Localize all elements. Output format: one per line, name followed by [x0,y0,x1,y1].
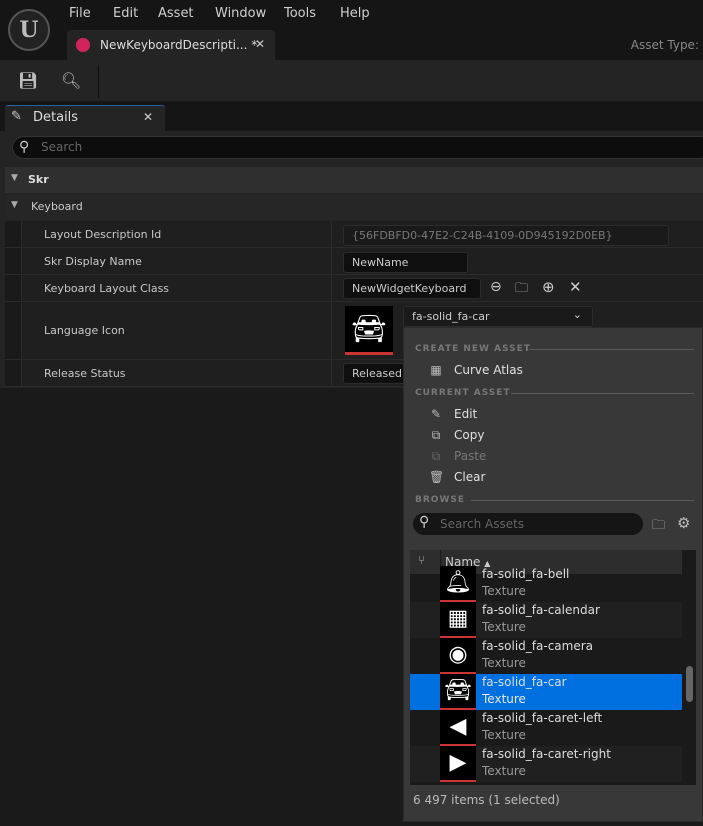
bell-icon: 🔔︎ [440,566,476,602]
browse-icon[interactable]: 🔍︎ [61,71,81,91]
document-tab[interactable]: NewKeyboardDescripti... * ✕ [67,30,275,60]
settings-gear-icon[interactable]: ⚙ [677,514,690,532]
create-header: CREATE NEW ASSET [415,344,531,354]
collapse-arrow-icon: ▼ [11,200,18,210]
close-icon[interactable]: ✕ [255,37,265,51]
checker-icon: ▦ [430,363,442,377]
property-row: Layout Description Id {56FDBFD0-47E2-C24… [5,221,703,248]
menu-tools[interactable]: Tools [284,6,316,21]
calendar-icon: ▦ [440,602,476,638]
car-thumbnail-icon[interactable]: 🚘︎ [345,306,393,355]
scrollbar-thumb[interactable] [686,666,693,702]
menu-item-paste: ⧉ Paste [432,449,487,463]
details-icon: ✎ [11,109,22,124]
menu-item-copy[interactable]: ⧉ Copy [432,428,485,442]
asset-name: fa-solid_fa-caret-left [482,711,603,725]
asset-type: Texture [482,728,526,742]
add-icon[interactable]: ⊕ [542,278,555,296]
menu-item-label: Copy [454,428,485,442]
asset-list-item[interactable]: 🚘︎ fa-solid_fa-car Texture [410,674,682,710]
search-placeholder: Search [41,140,83,154]
trash-icon: 🗑︎ [429,470,445,484]
asset-type: Texture [482,656,526,670]
property-row: Skr Display Name NewName [5,248,703,275]
property-row: Keyboard Layout Class NewWidgetKeyboard … [5,275,703,308]
browse-header: BROWSE [415,495,465,505]
menu-asset[interactable]: Asset [158,6,194,21]
details-tab[interactable]: ✎ Details ✕ [5,105,165,131]
asset-type: Texture [482,620,526,634]
asset-list-item[interactable]: ◀ fa-solid_fa-caret-left Texture [410,710,682,746]
close-icon[interactable]: ✕ [143,110,153,124]
menu-item-curve-atlas[interactable]: ▦ Curve Atlas [430,363,523,377]
chevron-down-icon: ⌄ [572,308,582,321]
search-assets-input[interactable]: ⚲ Search Assets [413,513,643,535]
search-icon: ⚲ [419,514,430,530]
menu-file[interactable]: File [69,6,91,21]
asset-type: Texture [482,764,526,778]
display-name-input[interactable]: NewName [343,252,468,273]
menu-item-label: Curve Atlas [454,363,523,377]
asset-list-item[interactable]: 🔔︎ fa-solid_fa-bell Texture [410,566,682,602]
current-header: CURRENT ASSET [415,388,511,398]
asset-list[interactable]: ⑂ Name ▲ 🔔︎ fa-solid_fa-bell Texture ▦ fa-so… [410,550,696,785]
collapse-arrow-icon: ▼ [11,173,18,183]
save-icon[interactable]: 💾︎ [18,71,38,91]
menu-item-edit[interactable]: ✎ Edit [431,407,478,421]
asset-name: fa-solid_fa-bell [482,567,570,581]
section-skr[interactable]: ▼ Skr [5,167,703,193]
unreal-logo-icon[interactable]: U [8,9,50,51]
layout-class-dropdown[interactable]: NewWidgetKeyboard ⌄ [343,278,481,308]
asset-list-item[interactable]: ▦ fa-solid_fa-calendar Texture [410,602,682,638]
search-placeholder: Search Assets [440,517,525,531]
details-tab-title: Details [33,110,79,125]
pencil-icon: ✎ [430,407,442,421]
search-input[interactable]: ⚲ Search [12,136,703,159]
caret-right-icon: ▶ [440,746,476,782]
property-label: Layout Description Id [44,228,162,241]
property-label: Language Icon [44,324,125,337]
menu-edit[interactable]: Edit [113,6,138,21]
language-icon-dropdown[interactable]: fa-solid_fa-car ⌄ [403,306,593,327]
paste-icon: ⧉ [431,449,441,463]
menu-item-clear[interactable]: 🗑︎ Clear [429,470,486,484]
search-icon: ⚲ [19,139,30,155]
toolbar [0,60,703,101]
source-control-icon: ⑂ [418,553,426,567]
browse-asset-icon[interactable]: 🗀 [515,279,528,301]
asset-type: Texture [482,692,526,706]
property-label: Keyboard Layout Class [44,282,170,295]
caret-left-icon: ◀ [440,710,476,746]
asset-type: Texture [482,584,526,598]
item-count: 6 497 items (1 selected) [413,793,560,807]
document-tab-title: NewKeyboardDescripti... * [100,38,258,52]
section-title: Skr [28,173,49,186]
menu-help[interactable]: Help [340,6,370,21]
camera-icon: ◉ [440,638,476,674]
asset-type-label: Asset Type: [630,38,699,52]
section-keyboard[interactable]: ▼ Keyboard [5,194,703,220]
menu-item-label: Clear [454,470,486,484]
asset-icon [76,38,90,52]
asset-list-item[interactable]: ◉ fa-solid_fa-camera Texture [410,638,682,674]
asset-list-item[interactable]: ▶ fa-solid_fa-caret-right Texture [410,746,682,782]
menu-item-label: Edit [454,407,478,421]
clear-icon[interactable]: ✕ [569,278,582,296]
property-label: Release Status [44,367,126,380]
asset-name: fa-solid_fa-calendar [482,603,600,617]
dropdown-value: fa-solid_fa-car [412,310,490,323]
dropdown-value: NewWidgetKeyboard [352,282,467,295]
layout-id-field: {56FDBFD0-47E2-C24B-4109-0D945192D0EB} [343,225,669,246]
asset-name: fa-solid_fa-car [482,675,567,689]
folder-icon[interactable]: 🗀 [652,516,665,538]
menu-window[interactable]: Window [215,6,266,21]
section-title: Keyboard [31,200,83,213]
asset-name: fa-solid_fa-caret-right [482,747,611,761]
copy-icon: ⧉ [431,428,441,442]
car-icon: 🚘︎ [440,674,476,710]
asset-name: fa-solid_fa-camera [482,639,594,653]
use-selected-icon[interactable]: ⊖ [490,279,502,295]
property-label: Skr Display Name [44,255,142,268]
menu-item-label: Paste [454,449,487,463]
